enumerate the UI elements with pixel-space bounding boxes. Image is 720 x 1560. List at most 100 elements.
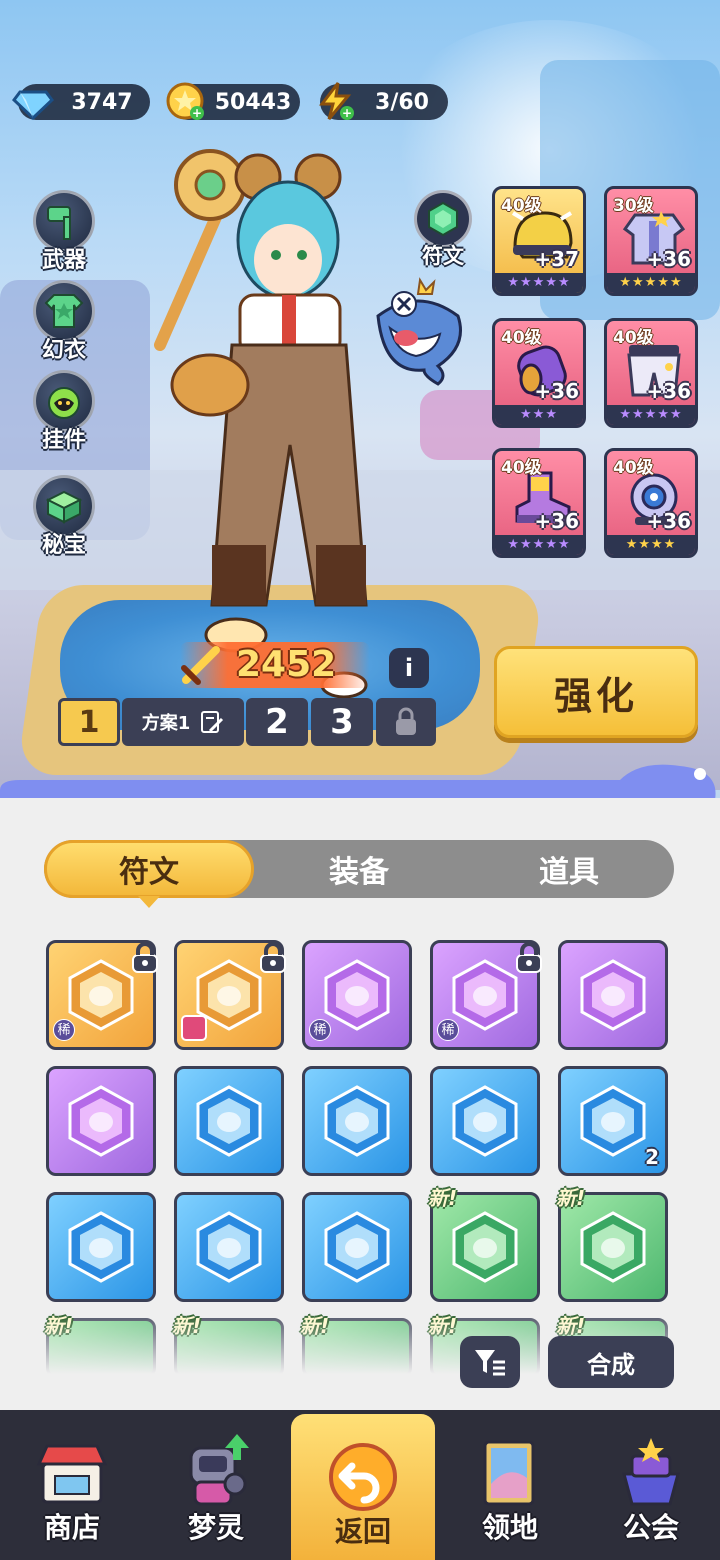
equipment-stars: ★★★★★ xyxy=(495,535,583,555)
equipment-slot-orb[interactable]: 40级 +36 ★★★★ xyxy=(604,448,698,558)
menu-weapon[interactable]: 武器 xyxy=(26,190,102,274)
rune-gem-icon xyxy=(324,1211,390,1283)
rune-gem-icon xyxy=(324,959,390,1031)
nav-dream-spirit-label: 梦灵 xyxy=(187,1511,244,1544)
shark-pet xyxy=(368,276,478,386)
lock-icon xyxy=(514,942,544,974)
new-badge: 新! xyxy=(556,1186,586,1210)
equipment-plus: +36 xyxy=(534,509,579,533)
menu-weapon-label: 武器 xyxy=(41,248,86,273)
robot-icon xyxy=(189,1434,249,1506)
item-slot[interactable] xyxy=(46,1066,156,1176)
menu-outfit[interactable]: 幻衣 xyxy=(26,280,102,364)
rune-gem-icon xyxy=(580,1085,646,1157)
lock-icon xyxy=(130,942,160,974)
rune-gem-icon xyxy=(68,1211,134,1283)
equipment-level: 40级 xyxy=(613,328,654,348)
energy-counter[interactable]: + 3/60 xyxy=(318,82,448,120)
territory-icon xyxy=(483,1440,535,1506)
equipment-plus: +36 xyxy=(646,379,691,403)
equipment-slot-pants[interactable]: 40级 +36 ★★★★★ xyxy=(604,318,698,428)
item-count: 2 xyxy=(645,1145,659,1169)
rune-gem-icon xyxy=(452,1211,518,1283)
equipment-plus: +36 xyxy=(646,509,691,533)
nav-guild[interactable]: 公会 xyxy=(582,1410,720,1560)
info-button[interactable]: i xyxy=(389,648,429,688)
item-slot[interactable] xyxy=(302,1192,412,1302)
equipment-slot-boots[interactable]: 40级 +36 ★★★★★ xyxy=(492,448,586,558)
plan-tab-1[interactable]: 1 xyxy=(58,698,120,746)
nav-dream-spirit[interactable]: 梦灵 xyxy=(144,1410,288,1560)
item-slot[interactable] xyxy=(430,1066,540,1176)
gold-counter[interactable]: + 50443 xyxy=(166,82,300,120)
plan-tab-locked[interactable] xyxy=(376,698,436,746)
menu-pendant[interactable]: 挂件 xyxy=(26,370,102,454)
nav-territory[interactable]: 领地 xyxy=(438,1410,582,1560)
power-value: 2452 xyxy=(236,644,337,685)
equipment-level: 40级 xyxy=(501,196,542,216)
synthesize-button[interactable]: 合成 xyxy=(548,1336,674,1388)
plan-tab-2[interactable]: 2 xyxy=(246,698,308,746)
equipment-slot-armor[interactable]: 30级 +36 ★★★★★ xyxy=(604,186,698,296)
diamond-icon xyxy=(10,78,56,124)
item-slot[interactable] xyxy=(302,1066,412,1176)
equipment-stars: ★★★★★ xyxy=(495,273,583,293)
tab-rune[interactable]: 符文 xyxy=(44,840,254,898)
nav-back-label: 返回 xyxy=(334,1515,391,1548)
guild-icon xyxy=(622,1438,680,1506)
item-slot[interactable] xyxy=(46,1192,156,1302)
character-avatar-badge xyxy=(181,1015,207,1041)
enhance-button[interactable]: 强化 xyxy=(494,646,698,738)
equipment-level: 40级 xyxy=(501,458,542,478)
plan-tab-3[interactable]: 3 xyxy=(311,698,373,746)
equipment-slot-bracer[interactable]: 40级 +36 ★★★ xyxy=(492,318,586,428)
item-slot[interactable] xyxy=(174,1066,284,1176)
equipment-stars: ★★★★★ xyxy=(607,405,695,425)
menu-pendant-label: 挂件 xyxy=(41,428,86,453)
nav-shop-label: 商店 xyxy=(43,1511,100,1544)
plan-name-button[interactable]: 方案1 xyxy=(122,698,244,746)
rune-gem-icon xyxy=(580,1211,646,1283)
gold-coin-icon: + xyxy=(162,78,208,124)
equipment-stars: ★★★ xyxy=(495,405,583,425)
rarity-tag: 稀 xyxy=(437,1019,459,1041)
rarity-tag: 稀 xyxy=(53,1019,75,1041)
tab-equipment[interactable]: 装备 xyxy=(254,840,464,898)
equipment-slot-helmet[interactable]: 40级 +37 ★★★★★ xyxy=(492,186,586,296)
rune-gem-icon xyxy=(580,959,646,1031)
equipment-level: 40级 xyxy=(613,458,654,478)
diamond-counter[interactable]: 3747 xyxy=(12,84,150,121)
nav-shop[interactable]: 商店 xyxy=(0,1410,144,1560)
character-portrait xyxy=(140,145,420,705)
plan-name-label: 方案1 xyxy=(141,713,191,734)
item-slot[interactable] xyxy=(558,940,668,1050)
new-badge: 新! xyxy=(428,1186,458,1210)
menu-treasure-label: 秘宝 xyxy=(41,533,86,558)
menu-outfit-label: 幻衣 xyxy=(41,338,86,363)
rarity-tag: 稀 xyxy=(309,1019,331,1041)
equipment-level: 40级 xyxy=(501,328,542,348)
filter-icon xyxy=(475,1350,505,1376)
sword-icon xyxy=(178,642,224,688)
menu-treasure[interactable]: 秘宝 xyxy=(26,475,102,559)
rune-gem-icon xyxy=(196,1211,262,1283)
rune-gem-icon xyxy=(68,1085,134,1157)
lock-icon xyxy=(396,707,416,735)
nav-back[interactable]: 返回 xyxy=(291,1414,435,1560)
equipment-stars: ★★★★★ xyxy=(607,273,695,293)
svg-text:+: + xyxy=(342,106,352,120)
rune-gem-icon xyxy=(68,959,134,1031)
shop-icon xyxy=(36,1444,108,1504)
nav-territory-label: 领地 xyxy=(481,1511,538,1544)
item-slot[interactable] xyxy=(174,1192,284,1302)
tab-items[interactable]: 道具 xyxy=(464,840,674,898)
svg-text:+: + xyxy=(192,106,202,120)
rune-gem-icon xyxy=(452,1085,518,1157)
filter-button[interactable] xyxy=(460,1336,520,1388)
equipment-plus: +36 xyxy=(534,379,579,403)
tab-pointer xyxy=(138,896,160,908)
item-slot[interactable]: 稀 xyxy=(302,940,412,1050)
equipment-plus: +36 xyxy=(646,247,691,271)
item-slot[interactable]: 2 xyxy=(558,1066,668,1176)
equipment-stars: ★★★★ xyxy=(607,535,695,555)
